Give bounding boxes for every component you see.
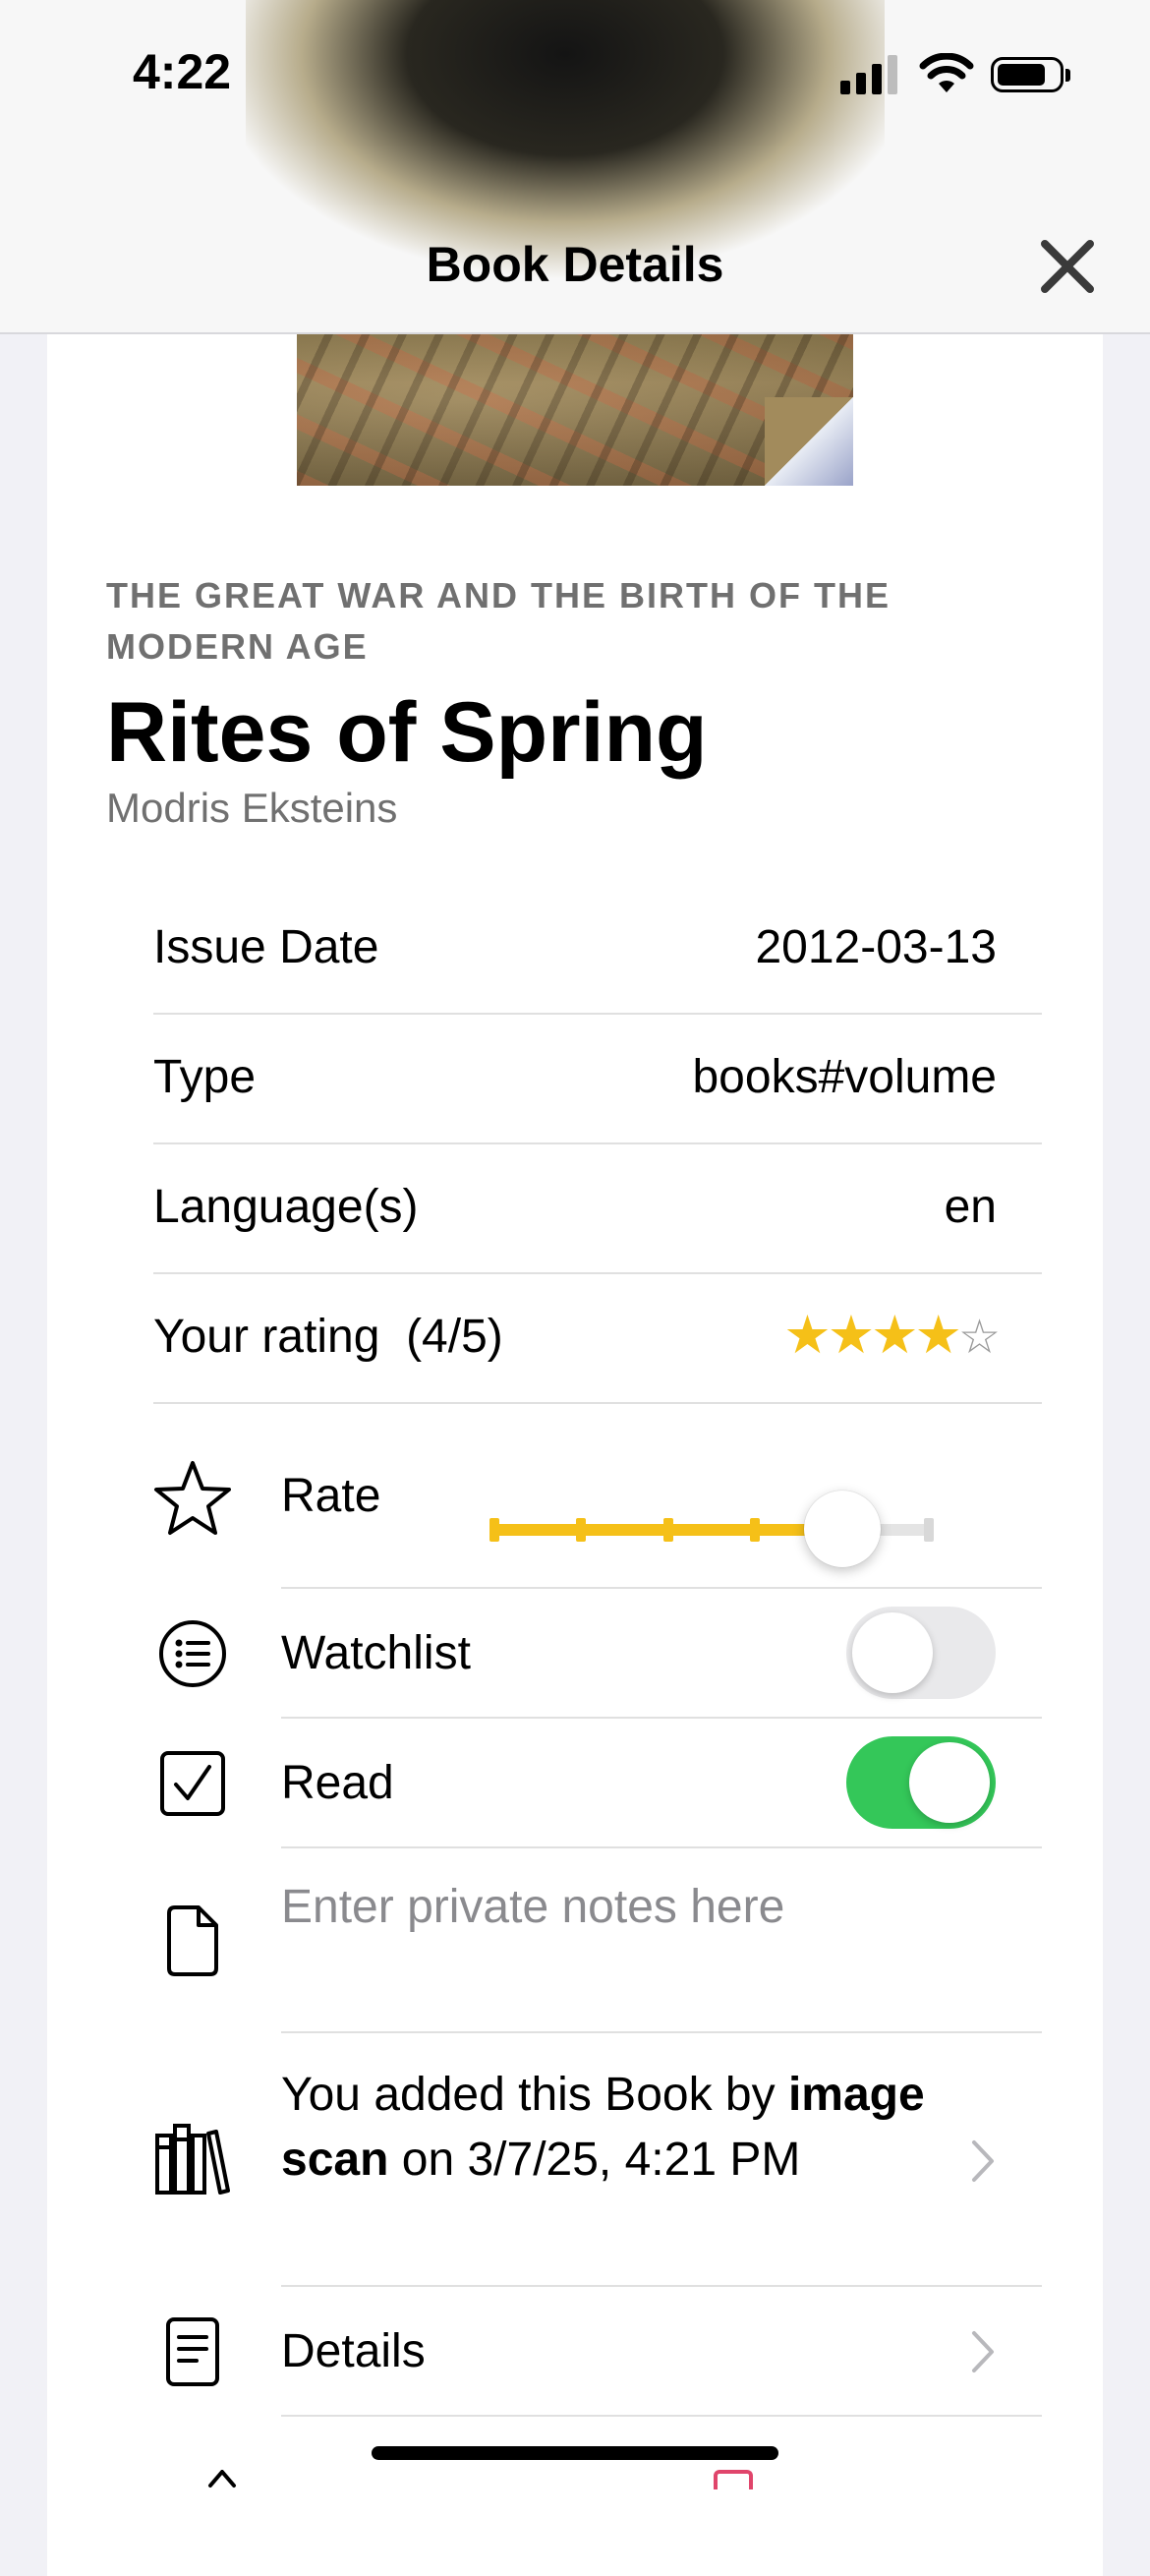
read-label: Read [281,1757,394,1809]
info-label: Type [153,1051,257,1103]
close-icon [1041,240,1094,293]
row-divider [281,2285,1042,2287]
info-row-language: Language(s) en [153,1144,1042,1274]
book-author[interactable]: Modris Eksteins [106,785,397,832]
slider-tick [924,1518,934,1542]
doc-text-icon [147,2307,238,2397]
info-row-issue-date: Issue Date 2012-03-13 [153,885,1042,1015]
added-prefix: You added this Book by [281,2069,776,2121]
list-circle-icon [147,1609,238,1699]
watchlist-label: Watchlist [281,1627,471,1679]
star-filled-icon: ★ [871,1306,918,1365]
star-filled-icon: ★ [914,1306,962,1365]
info-label: Issue Date [153,921,379,973]
star-filled-icon: ★ [783,1306,831,1365]
read-toggle[interactable] [846,1736,996,1829]
books-library-icon [147,2114,238,2204]
row-divider [281,1587,1042,1589]
slider-thumb[interactable] [804,1491,881,1567]
added-by-text[interactable]: You added this Book by image scan on 3/7… [281,2063,949,2193]
slider-tick [489,1518,499,1542]
details-label[interactable]: Details [281,2324,426,2378]
toggle-knob [909,1742,990,1823]
battery-icon [991,57,1070,92]
info-row-type: Type books#volume [153,1015,1042,1144]
info-row-rating: Your rating (4/5) ★★★★☆ [153,1274,1042,1404]
row-divider [281,2415,1042,2417]
book-cover-image [297,315,853,486]
row-divider [281,1717,1042,1719]
info-value: en [944,1181,997,1233]
share-icon [208,2470,236,2488]
slider-tick [750,1518,760,1542]
checkbox-icon [147,1738,238,1829]
watchlist-toggle[interactable] [846,1607,996,1699]
rate-label: Rate [281,1470,381,1522]
chevron-right-icon[interactable] [963,2322,1003,2381]
chevron-right-icon[interactable] [963,2132,1003,2191]
home-indicator [372,2446,778,2460]
rating-label: Your rating (4/5) [153,1311,503,1363]
toggle-knob [852,1612,933,1693]
slider-tick [576,1518,586,1542]
added-suffix: on 3/7/25, 4:21 PM [401,2134,801,2186]
heart-icon [714,2470,753,2489]
info-value: 2012-03-13 [755,921,997,973]
close-button[interactable] [1030,232,1105,301]
row-divider [281,2031,1042,2033]
book-series: THE GREAT WAR AND THE BIRTH OF THE MODER… [106,575,891,667]
page-title: Book Details [426,237,724,292]
info-label: Language(s) [153,1181,419,1233]
status-time: 4:22 [133,44,232,99]
private-notes-field[interactable]: Enter private notes here [281,1880,784,1934]
document-icon [147,1896,238,1986]
star-outline-icon [147,1453,238,1544]
info-value: books#volume [692,1051,997,1103]
slider-tick [663,1518,673,1542]
row-divider [281,1846,1042,1848]
book-title: Rites of Spring [106,685,708,780]
rate-slider[interactable] [489,1491,934,1567]
star-filled-icon: ★ [827,1306,875,1365]
wifi-icon [919,53,974,92]
rating-stars: ★★★★☆ [783,1304,1001,1366]
cellular-signal-icon [840,55,899,94]
star-empty-icon: ☆ [957,1312,1001,1364]
